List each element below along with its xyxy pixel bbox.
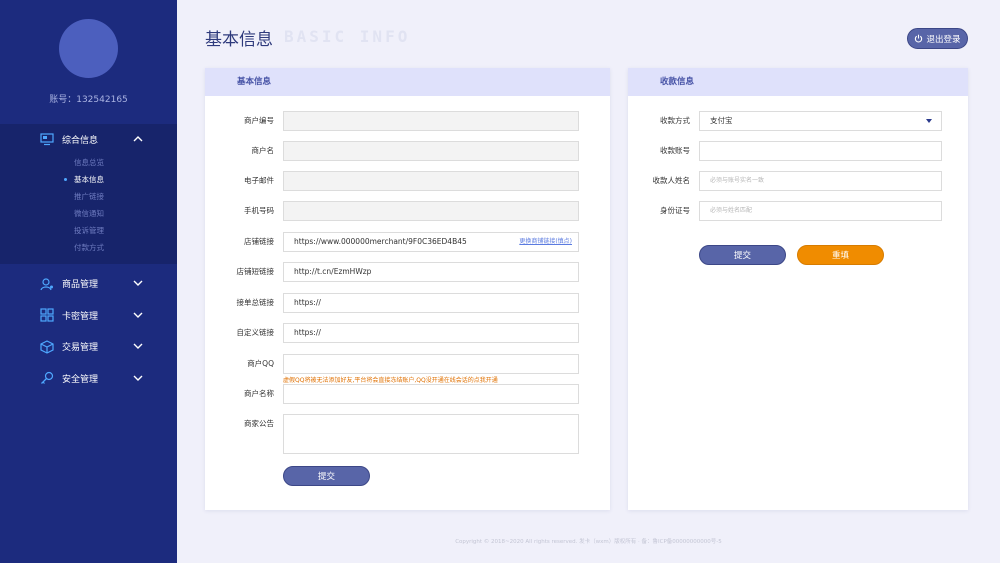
dropdown-arrow-icon: [926, 119, 932, 123]
menu-item-label: 商品管理: [62, 280, 99, 291]
merchant-title-field[interactable]: [283, 384, 579, 404]
shop-link-field[interactable]: https://www.000000merchant/9F0C36ED4B45 …: [283, 232, 579, 252]
id-number-field[interactable]: 必须与姓名匹配: [699, 201, 942, 221]
sidebar: 账号：132542165 综合信息 信息总览 基本信息 推广链接 微信通知 投诉…: [0, 0, 177, 563]
pay-account-field[interactable]: [699, 141, 942, 161]
basic-info-panel-title: 基本信息: [205, 68, 610, 96]
logout-label: 退出登录: [926, 34, 961, 45]
payee-name-field[interactable]: 必须与账号实名一致: [699, 171, 942, 191]
submenu-item-basic-info[interactable]: 基本信息: [64, 171, 177, 188]
field-label-phone: 手机号码: [244, 206, 274, 215]
submenu-item-wechat-notify[interactable]: 微信通知: [74, 205, 177, 222]
monitor-icon: [40, 132, 54, 146]
chevron-down-icon[interactable]: [132, 309, 144, 321]
account-label: 账号：: [49, 95, 77, 105]
grid-icon: [40, 308, 54, 322]
field-label-short-link: 店铺短链接: [236, 267, 275, 276]
submenu-item-info-overview[interactable]: 信息总览: [74, 154, 177, 171]
change-shop-link[interactable]: 更换商铺链接(慎点): [519, 233, 572, 251]
merchant-id-field[interactable]: [283, 111, 579, 131]
account-value: 132542165: [76, 95, 128, 105]
order-link-field[interactable]: https://: [283, 293, 579, 313]
field-label-announcement: 商家公告: [244, 419, 274, 428]
qq-field[interactable]: [283, 354, 579, 374]
field-label-pay-account: 收款账号: [660, 146, 690, 155]
field-label-id-number: 身份证号: [660, 206, 690, 215]
submenu-item-payment-methods[interactable]: 付款方式: [74, 239, 177, 256]
qq-warning[interactable]: 虚假QQ将被无法添加好友,平台将会直接冻结账户,QQ没开通在线会话的点我开通: [283, 375, 498, 384]
submenu-overview: 信息总览 基本信息 推广链接 微信通知 投诉管理 付款方式: [0, 154, 177, 256]
footer-copyright: Copyright © 2018~2020 All rights reserve…: [455, 539, 722, 545]
short-link-field[interactable]: http://t.cn/EzmHWzp: [283, 262, 579, 282]
field-label-email: 电子邮件: [244, 176, 274, 185]
menu-item-label: 交易管理: [62, 343, 99, 354]
logout-button[interactable]: 退出登录: [907, 28, 968, 49]
merchant-name-field[interactable]: [283, 141, 579, 161]
key-icon: [40, 371, 54, 385]
field-label-merchant-title: 商户名称: [244, 389, 274, 398]
field-label-shop-link: 店铺链接: [244, 237, 274, 246]
menu-item-label: 安全管理: [62, 374, 99, 385]
menu-item-security[interactable]: 安全管理: [0, 363, 177, 395]
email-field[interactable]: [283, 171, 579, 191]
field-label-merchant-name: 商户名: [251, 146, 275, 155]
pay-method-select[interactable]: 支付宝: [699, 111, 942, 131]
avatar[interactable]: [59, 19, 118, 78]
payment-info-panel: 收款信息 收款方式 支付宝 收款账号 收款人姓名 必须与账号实名一致 身份证号 …: [628, 68, 968, 510]
chevron-down-icon[interactable]: [132, 340, 144, 352]
user-goods-icon: [40, 277, 54, 291]
field-label-payee-name: 收款人姓名: [652, 176, 691, 185]
basic-submit-button[interactable]: 提交: [283, 466, 370, 486]
menu-item-goods[interactable]: 商品管理: [0, 268, 177, 300]
submenu-item-complaints[interactable]: 投诉管理: [74, 222, 177, 239]
basic-info-panel: 基本信息 商户编号 商户名 电子邮件 手机号码 店铺链接 https://www…: [205, 68, 610, 510]
page-title-en: BASIC INFO: [284, 27, 411, 46]
field-label-qq: 商户QQ: [247, 359, 274, 368]
announcement-textarea[interactable]: [283, 414, 579, 454]
payment-submit-button[interactable]: 提交: [699, 245, 786, 265]
custom-link-field[interactable]: https://: [283, 323, 579, 343]
account-info: 账号：132542165: [0, 92, 177, 105]
phone-field[interactable]: [283, 201, 579, 221]
shop-link-value: https://www.000000merchant/9F0C36ED4B45: [294, 237, 467, 246]
submenu-item-promo-links[interactable]: 推广链接: [74, 188, 177, 205]
menu-item-overview[interactable]: 综合信息: [0, 124, 177, 154]
field-label-custom-link: 自定义链接: [236, 328, 275, 337]
field-label-pay-method: 收款方式: [660, 116, 690, 125]
menu-item-label: 卡密管理: [62, 311, 99, 322]
menu-item-label: 综合信息: [62, 135, 99, 146]
pay-method-value: 支付宝: [710, 116, 733, 125]
menu-plain-group: 商品管理 卡密管理 交易管理 安全管理: [0, 268, 177, 394]
menu-item-trades[interactable]: 交易管理: [0, 331, 177, 363]
chevron-down-icon[interactable]: [132, 372, 144, 384]
chevron-up-icon[interactable]: [132, 133, 144, 145]
menu-group-overview: 综合信息 信息总览 基本信息 推广链接 微信通知 投诉管理 付款方式: [0, 124, 177, 264]
field-label-merchant-id: 商户编号: [244, 116, 274, 125]
menu-item-cards[interactable]: 卡密管理: [0, 300, 177, 332]
sidebar-menu: 综合信息 信息总览 基本信息 推广链接 微信通知 投诉管理 付款方式 商品管理: [0, 124, 177, 394]
payment-reset-button[interactable]: 重填: [797, 245, 884, 265]
box-icon: [40, 340, 54, 354]
payment-info-panel-title: 收款信息: [628, 68, 968, 96]
power-icon: [915, 34, 923, 43]
field-label-order-link: 接单总链接: [236, 298, 275, 307]
chevron-down-icon[interactable]: [132, 277, 144, 289]
page-title: 基本信息: [205, 30, 273, 50]
